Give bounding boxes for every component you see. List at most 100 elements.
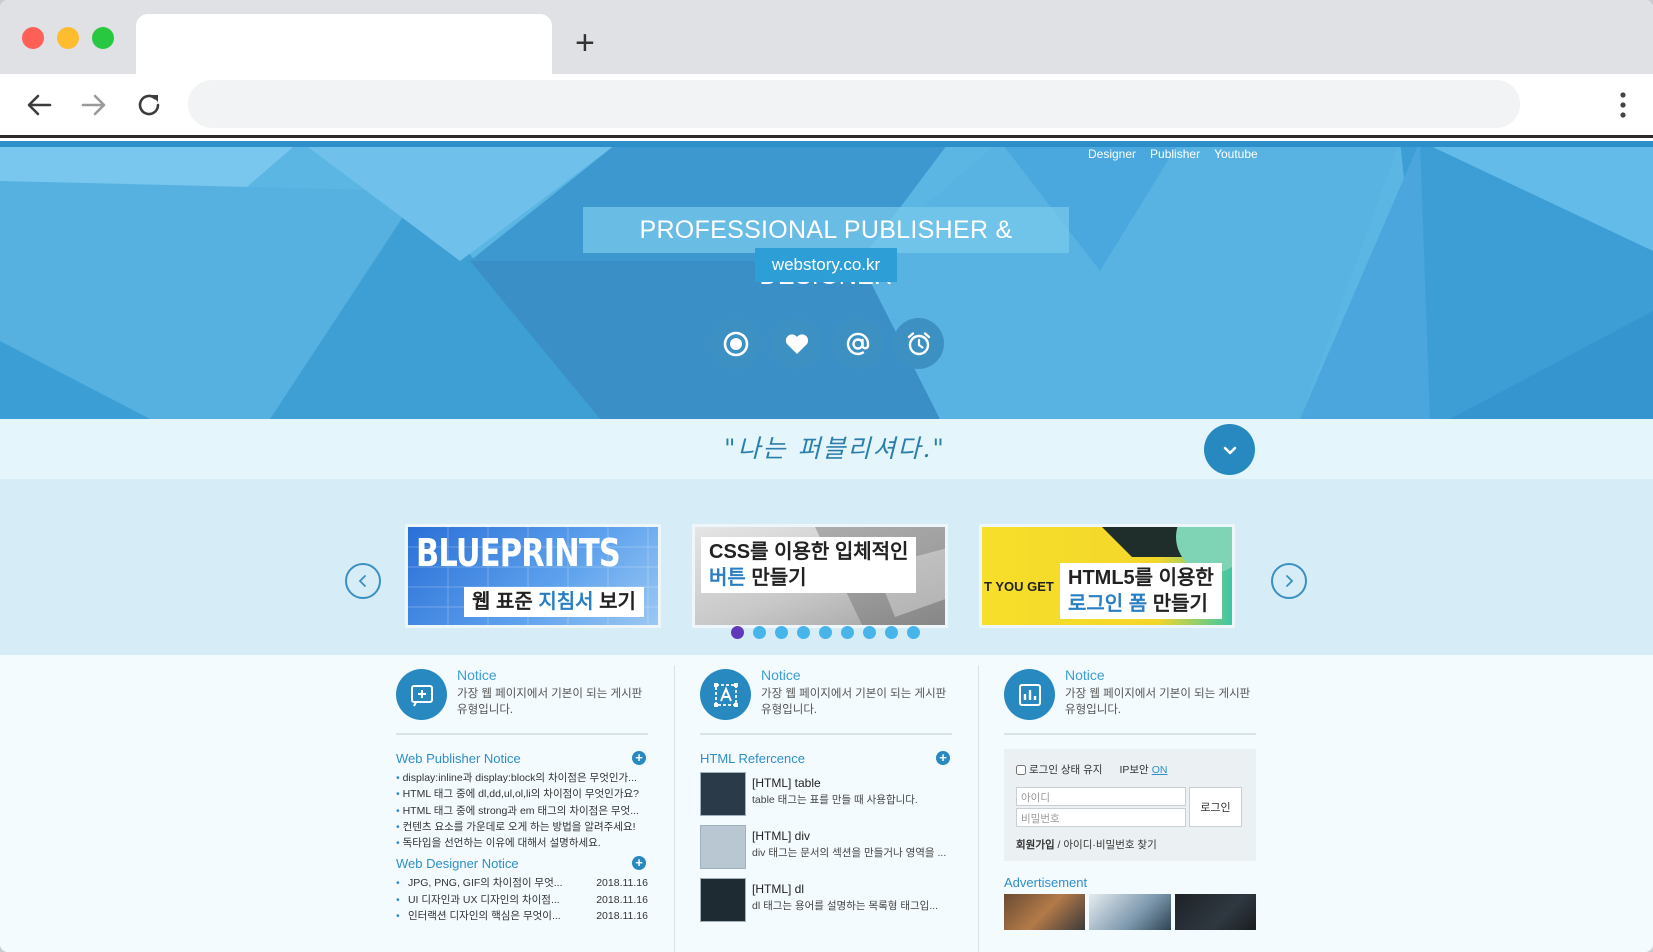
id-field[interactable]: 아이디 xyxy=(1016,787,1186,806)
reference-item[interactable]: [HTML] div div 태그는 문서의 섹션을 만들거나 영역을 ... xyxy=(700,825,952,874)
list-item[interactable]: 컨텐츠 요소를 가운데로 오게 하는 방법을 알려주세요! xyxy=(396,819,648,835)
reference-item[interactable]: [HTML] dl dl 태그는 용어를 설명하는 목록형 태그입... xyxy=(700,878,952,927)
at-sign-icon[interactable] xyxy=(832,318,883,369)
reload-icon[interactable] xyxy=(134,90,164,120)
caption-highlight: 버튼 xyxy=(709,567,746,589)
top-nav-publisher[interactable]: Publisher xyxy=(1150,147,1200,161)
advertisement-image[interactable] xyxy=(1174,894,1256,930)
slider-pagination xyxy=(731,626,920,639)
browser-tab-active[interactable] xyxy=(136,14,552,74)
slider-dot[interactable] xyxy=(885,626,898,639)
scroll-down-button[interactable] xyxy=(1204,424,1255,475)
publisher-notice-list: display:inline과 display:block의 차이점은 무엇인가… xyxy=(396,770,648,851)
chevron-right-icon xyxy=(1286,575,1294,587)
list-item[interactable]: UI 디자인과 UX 디자인의 차이점... 2018.11.16 xyxy=(396,892,648,908)
bar-chart-icon xyxy=(1004,669,1055,720)
hero-icon-row xyxy=(710,318,944,369)
record-icon[interactable] xyxy=(710,318,761,369)
section-title-text[interactable]: Web Publisher Notice xyxy=(396,751,521,766)
address-bar[interactable] xyxy=(188,80,1520,128)
advertisement-row xyxy=(1004,894,1256,930)
more-plus-icon[interactable]: + xyxy=(632,856,646,871)
heart-icon[interactable] xyxy=(771,318,822,369)
remember-checkbox[interactable] xyxy=(1016,764,1026,775)
list-item-date: 2018.11.16 xyxy=(596,910,648,923)
top-nav-designer[interactable]: Designer xyxy=(1088,147,1136,161)
add-box-icon xyxy=(396,669,447,720)
list-item-text: UI 디자인과 UX 디자인의 차이점... xyxy=(407,893,560,906)
notice-column-reference: Notice 가장 웹 페이지에서 기본이 되는 게시판 유형입니다. HTML… xyxy=(700,665,952,927)
list-item[interactable]: HTML 태그 중에 strong과 em 태그의 차이점은 무엇... xyxy=(396,803,648,819)
slide-web-standards[interactable]: BLUEPRINTS 웹 표준 지침서 보기 xyxy=(405,524,661,628)
forward-arrow-icon[interactable] xyxy=(79,90,109,120)
more-plus-icon[interactable]: + xyxy=(936,751,950,765)
slider-dot[interactable] xyxy=(819,626,832,639)
list-item[interactable]: 인터랙션 디자인의 핵심은 무엇이... 2018.11.16 xyxy=(396,908,648,924)
column-title[interactable]: Notice xyxy=(1065,667,1105,683)
slider-dot[interactable] xyxy=(863,626,876,639)
slide-login-form[interactable]: T YOU GET HTML5를 이용한 로그인 폼 만들기 xyxy=(979,524,1235,628)
column-title[interactable]: Notice xyxy=(457,667,497,683)
top-nav-youtube[interactable]: Youtube xyxy=(1214,147,1258,161)
text-select-icon xyxy=(700,669,751,720)
reference-thumbnail xyxy=(700,878,746,922)
slider-dot[interactable] xyxy=(797,626,810,639)
slider-dot[interactable] xyxy=(907,626,920,639)
column-description: 가장 웹 페이지에서 기본이 되는 게시판 유형입니다. xyxy=(1065,688,1251,716)
more-plus-icon[interactable]: + xyxy=(632,751,646,765)
reference-item[interactable]: [HTML] table table 태그는 표를 만들 때 사용합니다. xyxy=(700,772,952,821)
slider-dot[interactable] xyxy=(753,626,766,639)
find-account-link[interactable]: / 아이디·비밀번호 찾기 xyxy=(1055,839,1157,851)
hero-subtitle[interactable]: webstory.co.kr xyxy=(755,248,897,282)
reference-thumbnail xyxy=(700,825,746,869)
notice-column-login: Notice 가장 웹 페이지에서 기본이 되는 게시판 유형입니다. 로그인 … xyxy=(1004,665,1256,930)
caption-part: 만들기 xyxy=(745,567,807,589)
back-arrow-icon[interactable] xyxy=(24,90,54,120)
column-divider xyxy=(978,665,979,952)
list-item[interactable]: HTML 태그 중에 dl,dd,ul,ol,li의 차이점이 무엇인가요? xyxy=(396,786,648,802)
column-header: Notice 가장 웹 페이지에서 기본이 되는 게시판 유형입니다. xyxy=(700,665,952,735)
notice-column-publisher: Notice 가장 웹 페이지에서 기본이 되는 게시판 유형입니다. Web … xyxy=(396,665,648,924)
slider-dot[interactable] xyxy=(775,626,788,639)
list-item-text: JPG, PNG, GIF의 차이점이 무엇... xyxy=(407,877,563,890)
slider-dot[interactable] xyxy=(841,626,854,639)
slider-dot[interactable] xyxy=(731,626,744,639)
slider-next-button[interactable] xyxy=(1271,563,1307,599)
reference-desc: table 태그는 표를 만들 때 사용합니다. xyxy=(752,794,918,806)
new-tab-button[interactable]: + xyxy=(575,26,595,60)
signup-link[interactable]: 회원가입 xyxy=(1016,839,1055,851)
quote-text: "나는 퍼블리셔다." xyxy=(724,434,946,463)
remember-row: 로그인 상태 유지 IP보안 ON xyxy=(1016,762,1167,777)
more-menu-icon[interactable] xyxy=(1619,90,1627,120)
column-title[interactable]: Notice xyxy=(761,667,801,683)
advertisement-image[interactable] xyxy=(1004,894,1086,930)
password-field[interactable]: 비밀번호 xyxy=(1016,808,1186,827)
column-description: 가장 웹 페이지에서 기본이 되는 게시판 유형입니다. xyxy=(761,688,947,716)
ip-security-toggle[interactable]: ON xyxy=(1152,764,1168,776)
list-item-text: 인터랙션 디자인의 핵심은 무엇이... xyxy=(407,910,561,923)
slide-big-title: BLUEPRINTS xyxy=(416,531,621,575)
close-window-button[interactable] xyxy=(22,27,44,49)
column-divider xyxy=(674,665,675,952)
list-item[interactable]: JPG, PNG, GIF의 차이점이 무엇... 2018.11.16 xyxy=(396,875,648,891)
reference-desc: dl 태그는 용어를 설명하는 목록형 태그입... xyxy=(752,900,939,912)
designer-notice-list: JPG, PNG, GIF의 차이점이 무엇... 2018.11.16 UI 디… xyxy=(396,875,648,924)
section-title-text[interactable]: Web Designer Notice xyxy=(396,856,519,871)
alarm-clock-icon[interactable] xyxy=(893,318,944,369)
slider-prev-button[interactable] xyxy=(345,563,381,599)
advertisement-image[interactable] xyxy=(1089,894,1171,930)
slide-css-button[interactable]: CSS를 이용한 입체적인 버튼 만들기 xyxy=(692,524,948,628)
section-title: Web Designer Notice + xyxy=(396,856,648,873)
list-item-date: 2018.11.16 xyxy=(596,893,648,906)
reference-title: [HTML] table xyxy=(752,776,821,790)
list-item[interactable]: 독타입을 선언하는 이유에 대해서 설명하세요. xyxy=(396,835,648,851)
minimize-window-button[interactable] xyxy=(57,27,79,49)
list-item[interactable]: display:inline과 display:block의 차이점은 무엇인가… xyxy=(396,770,648,786)
section-title: Web Publisher Notice + xyxy=(396,751,648,768)
remember-label: 로그인 상태 유지 xyxy=(1029,764,1103,776)
section-title-text[interactable]: HTML Refercence xyxy=(700,751,805,766)
maximize-window-button[interactable] xyxy=(92,27,114,49)
login-button[interactable]: 로그인 xyxy=(1189,787,1242,827)
ip-security-label: IP보안 xyxy=(1119,764,1149,776)
top-nav: Designer Publisher Youtube xyxy=(1088,147,1258,161)
